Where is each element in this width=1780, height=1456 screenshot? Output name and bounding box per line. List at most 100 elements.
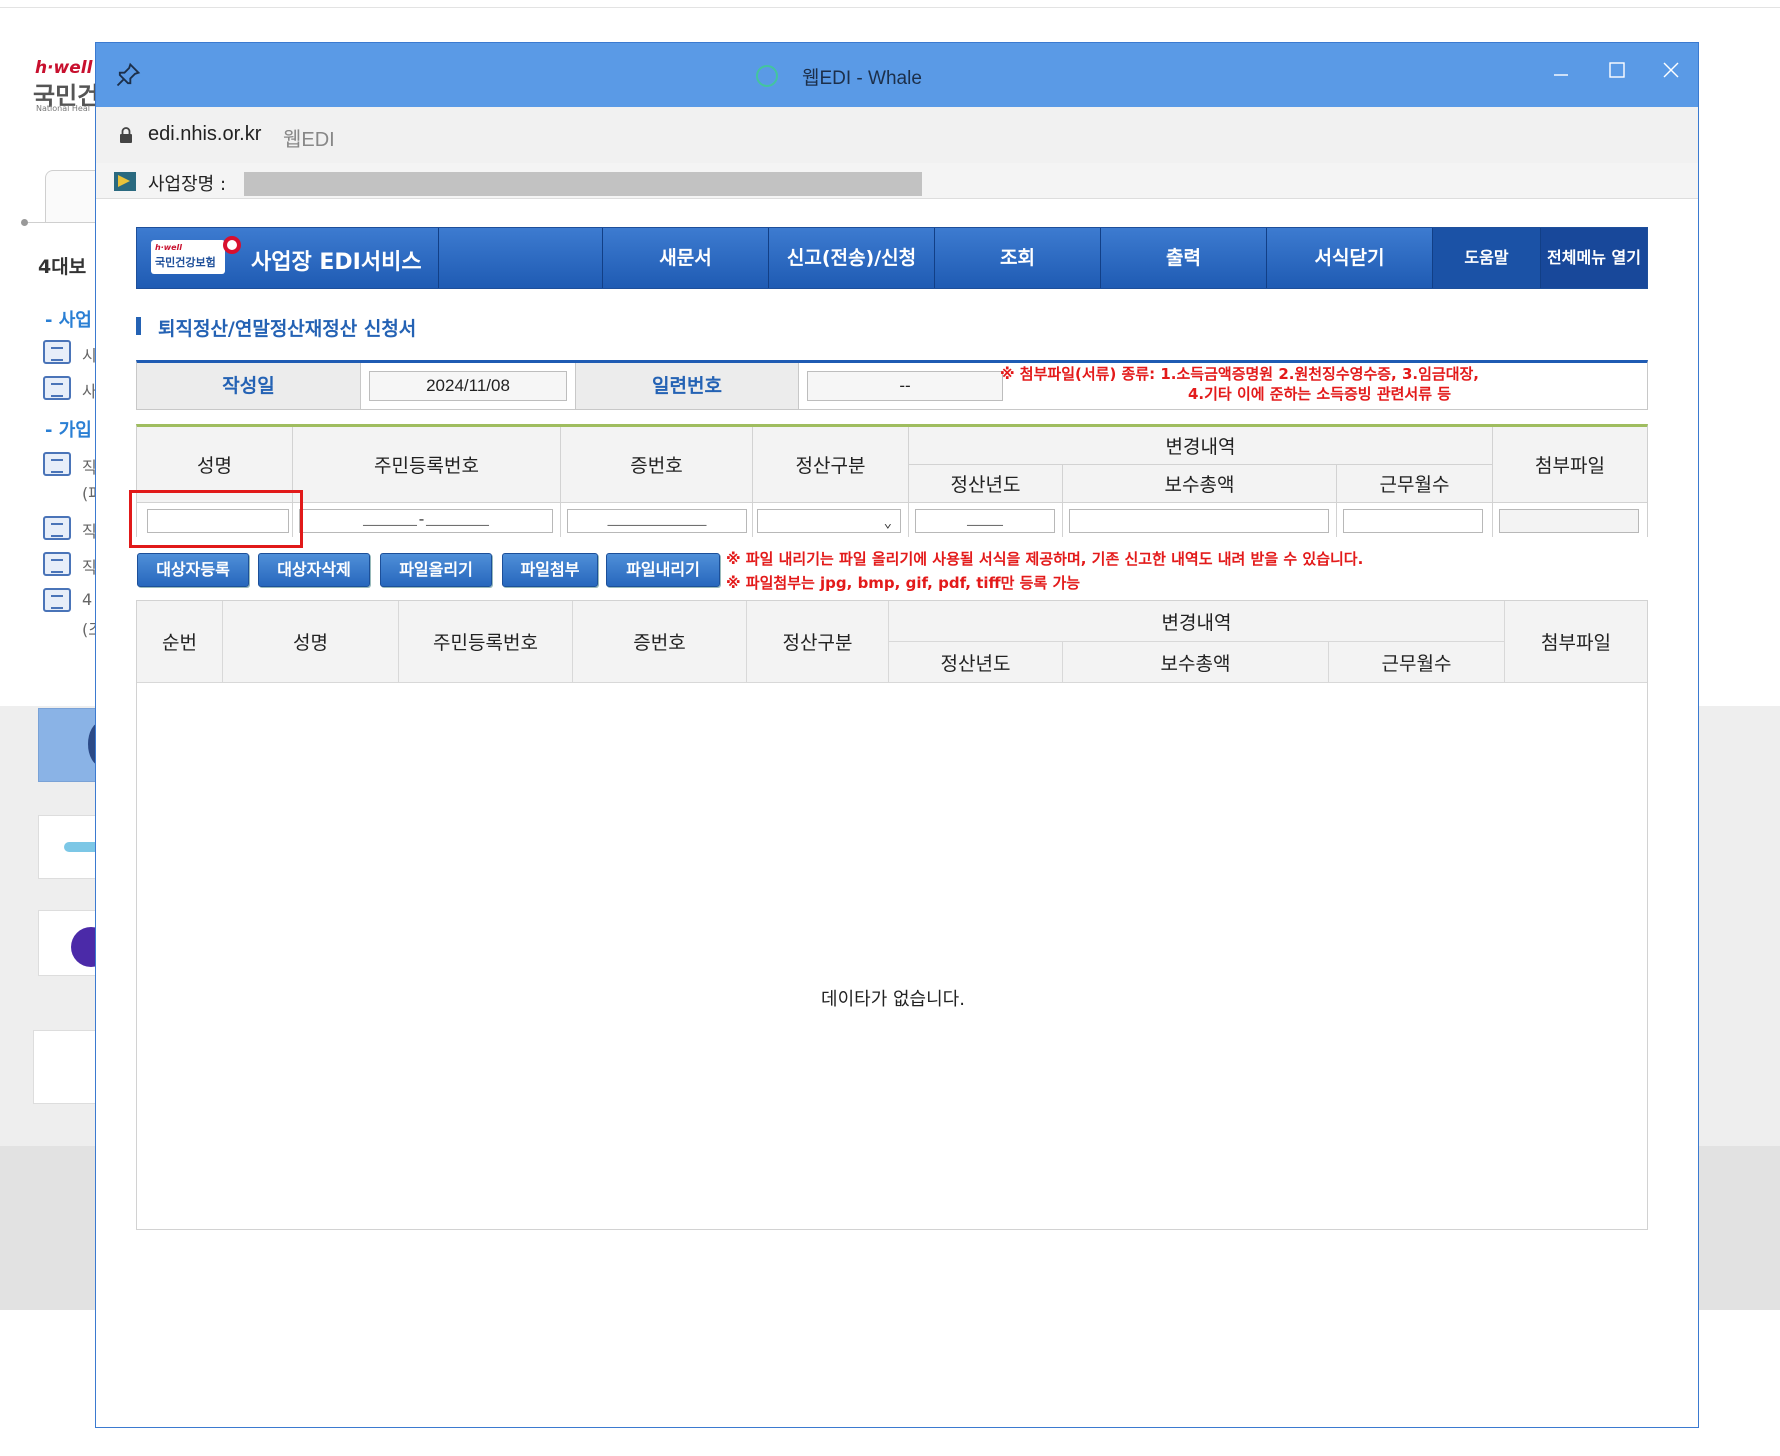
nav-inquiry[interactable]: 조회 (935, 228, 1101, 288)
top-divider (0, 7, 1780, 8)
attachment-note-line1: ※ 첨부파일(서류) 종류: 1.소득금액증명원 2.원천징수영수증, 3.임금… (1000, 365, 1480, 383)
brand-ring-icon (223, 236, 241, 254)
bg-card-2[interactable] (38, 815, 100, 879)
document-icon (43, 516, 71, 540)
col-year: 정산년도 (909, 465, 1063, 503)
list-col-months: 근무월수 (1329, 642, 1505, 683)
chevron-down-icon[interactable]: ⌄ (884, 513, 892, 535)
year-input[interactable]: ____ (915, 509, 1055, 533)
pin-icon[interactable] (114, 61, 142, 89)
col-change: 변경내역 (909, 427, 1493, 465)
list-col-cert: 증번호 (573, 601, 747, 683)
url-text[interactable]: edi.nhis.or.kr (148, 123, 261, 146)
serial-field[interactable]: -- (807, 371, 1003, 401)
document-icon (43, 552, 71, 576)
input-table: 성명 주민등록번호 증번호 정산구분 변경내역 정산년도 보수총액 근무월수 첨… (136, 424, 1648, 537)
col-cert: 증번호 (561, 427, 753, 503)
brand-logo-text: 국민건강보험 (155, 256, 216, 269)
attach-cell (1493, 503, 1647, 537)
page-title-text: 웹EDI (283, 129, 335, 151)
months-cell (1337, 503, 1493, 537)
list-col-change: 변경내역 (889, 601, 1505, 642)
document-icon (43, 340, 71, 364)
date-label: 작성일 (137, 363, 361, 409)
edi-navbar: h·well 국민건강보험 사업장 EDI서비스 새문서 신고(전송)/신청 조… (136, 227, 1648, 289)
nav-report-submit[interactable]: 신고(전송)/신청 (769, 228, 935, 288)
lock-icon (120, 127, 132, 143)
loading-icon (756, 65, 778, 87)
list-col-seq: 순번 (137, 601, 223, 683)
business-name-value (244, 172, 922, 196)
minimize-icon[interactable] (1544, 53, 1578, 87)
address-bar[interactable]: edi.nhis.or.kr 웹EDI (96, 107, 1698, 163)
type-select[interactable]: ⌄ (757, 509, 901, 533)
bg-section-2[interactable]: - 가입 (45, 416, 92, 442)
months-input[interactable] (1343, 509, 1483, 533)
cert-cell: ___________ (561, 503, 753, 537)
bg-card-4[interactable] (33, 1030, 99, 1104)
nav-all-menu[interactable]: 전체메뉴 열기 (1541, 228, 1647, 288)
title-marker (136, 317, 141, 335)
document-icon (43, 452, 71, 476)
close-icon[interactable] (1654, 53, 1688, 87)
list-col-total-pay: 보수총액 (1063, 642, 1329, 683)
business-bar: 사업장명 : (96, 163, 1698, 199)
bg-section-1[interactable]: - 사업 (45, 306, 92, 332)
list-col-attach: 첨부파일 (1505, 601, 1647, 683)
file-notes: ※ 파일 내리기는 파일 올리기에 사용될 서식을 제공하며, 기존 신고한 내… (726, 547, 1363, 595)
bg-sidebar-title: 4대보 (38, 256, 87, 278)
file-note-2: ※ 파일첨부는 jpg, bmp, gif, pdf, tiff만 등록 가능 (726, 574, 1081, 592)
serial-label: 일련번호 (575, 363, 799, 409)
year-cell: ____ (909, 503, 1063, 537)
rrn-input[interactable]: ______-_______ (299, 509, 553, 533)
nav-help[interactable]: 도움말 (1433, 228, 1541, 288)
nav-close-form[interactable]: 서식닫기 (1267, 228, 1433, 288)
document-icon (43, 588, 71, 612)
empty-message: 데이타가 없습니다. (821, 989, 965, 1010)
register-subject-button[interactable]: 대상자등록 (137, 553, 249, 587)
nav-blank (439, 228, 603, 288)
bg-tab-line (25, 222, 105, 223)
list-col-type: 정산구분 (747, 601, 889, 683)
upload-file-button[interactable]: 파일올리기 (380, 553, 492, 587)
download-file-button[interactable]: 파일내리기 (606, 553, 720, 587)
nhis-logo: h·well 국민건강보험 (151, 240, 225, 274)
col-rrn: 주민등록번호 (293, 427, 561, 503)
form-title: 퇴직정산/연말정산재정산 신청서 (158, 318, 417, 340)
maximize-icon[interactable] (1600, 53, 1634, 87)
bg-logo-caption: National Heal (36, 104, 90, 113)
business-name-label: 사업장명 : (148, 174, 227, 195)
col-months: 근무월수 (1337, 465, 1493, 503)
col-total-pay: 보수총액 (1063, 465, 1337, 503)
list-col-rrn: 주민등록번호 (399, 601, 573, 683)
bg-item-6[interactable]: 4 (82, 590, 92, 609)
type-cell: ⌄ (753, 503, 909, 537)
flag-icon (114, 172, 136, 191)
focus-highlight-box (129, 490, 303, 548)
nav-new-document[interactable]: 새문서 (603, 228, 769, 288)
brand-area[interactable]: h·well 국민건강보험 사업장 EDI서비스 (137, 228, 439, 288)
date-field[interactable]: 2024/11/08 (369, 371, 567, 401)
attachment-note: ※ 첨부파일(서류) 종류: 1.소득금액증명원 2.원천징수영수증, 3.임금… (1000, 364, 1620, 404)
attach-file-button[interactable]: 파일첨부 (502, 553, 598, 587)
nav-print[interactable]: 출력 (1101, 228, 1267, 288)
popup-window: 웹EDI - Whale edi.nhis.or.kr 웹EDI 사업장명 : … (95, 42, 1699, 1428)
list-col-name: 성명 (223, 601, 399, 683)
window-titlebar[interactable]: 웹EDI - Whale (96, 43, 1698, 107)
col-attach: 첨부파일 (1493, 427, 1647, 503)
rrn-cell: ______-_______ (293, 503, 561, 537)
bg-tab-dot (21, 219, 28, 226)
total-pay-cell (1063, 503, 1337, 537)
window-title: 웹EDI - Whale (802, 68, 922, 89)
brand-logo-small: h·well (155, 243, 183, 252)
attachment-note-line2: 4.기타 이에 준하는 소득증빙 관련서류 등 (1188, 385, 1452, 403)
subject-list-table: 순번 성명 주민등록번호 증번호 정산구분 변경내역 정산년도 보수총액 근무월… (136, 600, 1648, 1230)
delete-subject-button[interactable]: 대상자삭제 (258, 553, 370, 587)
total-pay-input[interactable] (1069, 509, 1329, 533)
cert-input[interactable]: ___________ (567, 509, 747, 533)
brand-title: 사업장 EDI서비스 (251, 250, 422, 275)
attach-input (1499, 509, 1639, 533)
file-note-1: ※ 파일 내리기는 파일 올리기에 사용될 서식을 제공하며, 기존 신고한 내… (726, 550, 1364, 568)
col-type: 정산구분 (753, 427, 909, 503)
bg-card-3[interactable] (38, 910, 111, 976)
